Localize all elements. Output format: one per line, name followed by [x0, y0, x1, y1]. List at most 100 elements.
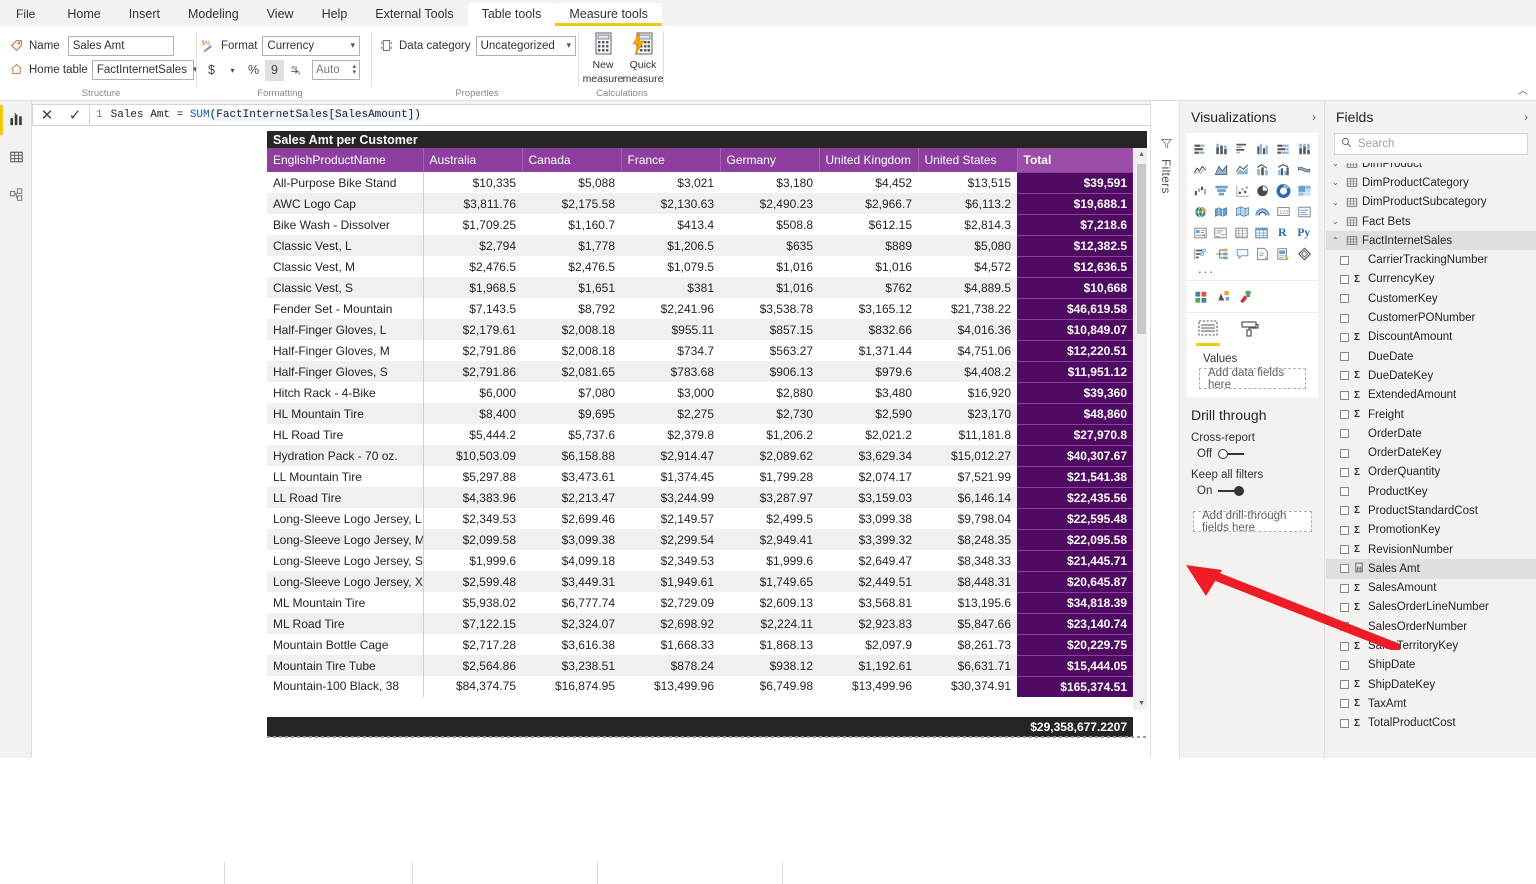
field-item-salesorderlinenumber[interactable]: Σ SalesOrderLineNumber — [1326, 598, 1536, 617]
field-item-orderdate[interactable]: OrderDate — [1326, 424, 1536, 443]
collapse-fields-pane-icon[interactable]: › — [1524, 110, 1528, 124]
field-checkbox[interactable] — [1340, 506, 1349, 516]
map-icon[interactable] — [1190, 201, 1211, 222]
chevron-down-icon[interactable]: ⌄ — [1332, 163, 1346, 168]
tab-fields-well[interactable] — [1195, 319, 1221, 346]
matrix-visual[interactable]: Sales Amt per Customer EnglishProductNam… — [267, 131, 1148, 737]
waterfall-chart-icon[interactable] — [1190, 180, 1211, 201]
fields-tree[interactable]: ⌄ DimProduct ⌄ DimProductCategory ⌄ DimProduc… — [1326, 163, 1536, 758]
field-checkbox[interactable] — [1340, 332, 1349, 342]
field-item-customerkey[interactable]: CustomerKey — [1326, 289, 1536, 308]
field-item-duedatekey[interactable]: Σ DueDateKey — [1326, 366, 1536, 385]
ribbon-collapse-icon[interactable]: ︿ — [1518, 82, 1528, 97]
decimal-places-stepper[interactable]: Auto ▴ ▾ — [312, 60, 360, 80]
field-checkbox[interactable] — [1340, 294, 1349, 304]
table-row[interactable]: HL Mountain Tire $8,400 $9,695 $2,275 $2,730… — [267, 402, 1133, 424]
field-item-orderquantity[interactable]: Σ OrderQuantity — [1326, 463, 1536, 482]
scroll-down-icon[interactable]: ▼ — [1135, 697, 1148, 710]
power-apps-icon[interactable] — [1294, 243, 1315, 264]
ribbon-tab-modeling[interactable]: Modeling — [174, 3, 253, 26]
field-item-productstandardcost[interactable]: Σ ProductStandardCost — [1326, 501, 1536, 520]
fields-search-input[interactable]: Search — [1334, 133, 1528, 155]
field-item-discountamount[interactable]: Σ DiscountAmount — [1326, 328, 1536, 347]
matrix-icon[interactable] — [1252, 222, 1273, 243]
table-row[interactable]: Classic Vest, S $1,968.5 $1,651 $381 $1,016 $… — [267, 276, 1133, 298]
sidebar-item-model-view[interactable] — [0, 177, 32, 215]
field-checkbox[interactable] — [1340, 699, 1349, 709]
area-chart-icon[interactable] — [1211, 159, 1232, 180]
measure-name-input[interactable]: Sales Amt — [67, 35, 174, 56]
field-checkbox[interactable] — [1340, 622, 1349, 632]
column-header-germany[interactable]: Germany — [720, 148, 820, 172]
field-item-productkey[interactable]: ProductKey — [1326, 482, 1536, 501]
table-row[interactable]: Mountain-100 Black, 38 $84,374.75 $16,874.… — [267, 675, 1133, 697]
toggle-switch-on-icon[interactable] — [1218, 486, 1245, 496]
filled-map-icon[interactable] — [1211, 201, 1232, 222]
line-chart-icon[interactable] — [1190, 159, 1211, 180]
field-checkbox[interactable] — [1340, 429, 1349, 439]
ribbon-tab-help[interactable]: Help — [308, 3, 362, 26]
line-stacked-column-chart-icon[interactable] — [1252, 159, 1273, 180]
ribbon-tab-insert[interactable]: Insert — [115, 3, 174, 26]
report-canvas[interactable]: Sales Amt per Customer EnglishProductNam… — [32, 126, 1182, 884]
100-stacked-bar-chart-icon[interactable] — [1273, 138, 1294, 159]
theme-icon[interactable] — [1234, 286, 1256, 307]
azure-map-icon[interactable] — [1252, 201, 1273, 222]
field-item-carriertrackingnumber[interactable]: CarrierTrackingNumber — [1326, 250, 1536, 269]
table-row[interactable]: LL Mountain Tire $5,297.88 $3,473.61 $1,374… — [267, 465, 1133, 487]
field-checkbox[interactable] — [1340, 448, 1349, 458]
stacked-column-chart-icon[interactable] — [1211, 138, 1232, 159]
table-row[interactable]: Long-Sleeve Logo Jersey, XL $2,599.48 $3,4… — [267, 570, 1133, 592]
field-item-orderdatekey[interactable]: OrderDateKey — [1326, 443, 1536, 462]
pie-chart-icon[interactable] — [1252, 180, 1273, 201]
field-checkbox[interactable] — [1340, 255, 1349, 265]
column-header-france[interactable]: France — [621, 148, 721, 172]
table-row[interactable]: Classic Vest, L $2,794 $1,778 $1,206.5 $635 $… — [267, 234, 1133, 256]
formula-cancel-button[interactable]: ✕ — [33, 106, 61, 124]
field-checkbox[interactable] — [1340, 371, 1349, 381]
field-checkbox[interactable] — [1340, 352, 1349, 362]
table-row[interactable]: Hydration Pack - 70 oz. $10,503.09 $6,158.… — [267, 444, 1133, 466]
color-palette-icon[interactable] — [1190, 286, 1212, 307]
column-header-canada[interactable]: Canada — [522, 148, 622, 172]
field-checkbox[interactable] — [1340, 274, 1349, 284]
field-item-promotionkey[interactable]: Σ PromotionKey — [1326, 521, 1536, 540]
column-header-united-kingdom[interactable]: United Kingdom — [819, 148, 919, 172]
column-header-united-states[interactable]: United States — [918, 148, 1018, 172]
ribbon-tab-measure-tools[interactable]: Measure tools — [555, 3, 662, 26]
table-row[interactable]: Classic Vest, M $2,476.5 $2,476.5 $1,079.5 $… — [267, 255, 1133, 277]
quick-measure-button[interactable]: Quick measure — [622, 31, 664, 85]
table-row[interactable]: Mountain Bottle Cage $2,717.28 $3,616.38 $1… — [267, 633, 1133, 655]
fields-table-fact-bets[interactable]: ⌄ Fact Bets — [1326, 212, 1536, 231]
ribbon-tab-table-tools[interactable]: Table tools — [467, 3, 556, 26]
currency-dropdown-icon[interactable]: ▾ — [223, 60, 242, 81]
table-row[interactable]: Half-Finger Gloves, L $2,179.61 $2,008.18 $… — [267, 318, 1133, 340]
table-row[interactable]: Long-Sleeve Logo Jersey, S $1,999.6 $4,099… — [267, 549, 1133, 571]
matrix-table[interactable]: EnglishProductName Australia Canada Fran… — [267, 148, 1133, 737]
field-item-customerponumber[interactable]: CustomerPONumber — [1326, 308, 1536, 327]
ribbon-tab-external-tools[interactable]: External Tools — [361, 3, 467, 26]
chevron-down-icon[interactable]: ⌄ — [1332, 198, 1346, 207]
data-category-select[interactable]: Uncategorized ▾ — [475, 35, 576, 56]
table-row[interactable]: Long-Sleeve Logo Jersey, M $2,099.58 $3,09… — [267, 528, 1133, 550]
table-row[interactable]: ML Road Tire $7,122.15 $2,324.07 $2,698.92 $… — [267, 612, 1133, 634]
clustered-column-chart-icon[interactable] — [1252, 138, 1273, 159]
get-more-visuals-icon[interactable] — [1212, 286, 1234, 307]
treemap-icon[interactable] — [1294, 180, 1315, 201]
formula-bar[interactable]: ✕ ✓ 1 Sales Amt = SUM (FactInternetSales[S… — [32, 104, 1168, 126]
smart-narrative-icon[interactable] — [1252, 243, 1273, 264]
field-checkbox[interactable] — [1340, 467, 1349, 477]
field-checkbox[interactable] — [1340, 487, 1349, 497]
drill-through-dropzone[interactable]: Add drill-through fields here — [1193, 510, 1312, 534]
field-item-shipdate[interactable]: ShipDate — [1326, 656, 1536, 675]
field-checkbox[interactable] — [1340, 525, 1349, 535]
home-table-select[interactable]: FactInternetSales ▾ — [91, 59, 197, 80]
collapse-pane-icon[interactable]: › — [1312, 110, 1316, 124]
table-row[interactable]: Fender Set - Mountain $7,143.5 $8,792 $2,24… — [267, 297, 1133, 319]
line-clustered-column-chart-icon[interactable] — [1273, 159, 1294, 180]
table-row[interactable]: ML Mountain Tire $5,938.02 $6,777.74 $2,729… — [267, 591, 1133, 613]
qa-icon[interactable] — [1232, 243, 1253, 264]
python-visual-icon[interactable]: Py — [1293, 222, 1315, 243]
field-checkbox[interactable] — [1340, 390, 1349, 400]
chevron-down-icon[interactable]: ⌄ — [1332, 178, 1346, 187]
